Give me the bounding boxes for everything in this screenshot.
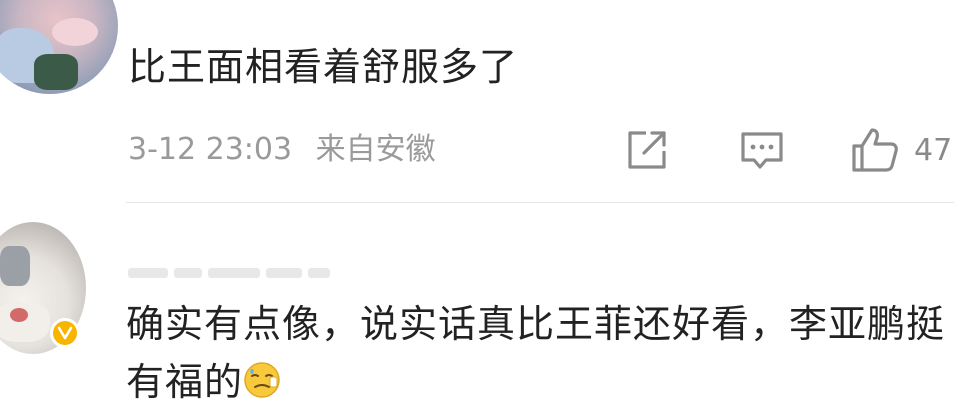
comment-text: 确实有点像，说实话真比王菲还好看，李亚鹏挺有福的 — [126, 295, 954, 415]
thumbs-up-icon — [852, 128, 898, 172]
like-button[interactable]: 47 — [850, 126, 952, 174]
comment-list: 比王面相看着舒服多了 3-12 23:03 来自安徽 47 确实有点像，说实话真… — [0, 0, 954, 417]
sweat-smile-emoji — [243, 357, 281, 415]
username-fragment — [308, 267, 330, 278]
username-fragment — [266, 267, 302, 278]
username-fragment — [208, 267, 260, 278]
comment-timestamp: 3-12 23:03 — [128, 132, 293, 167]
username-fragment — [128, 267, 168, 278]
verified-badge — [50, 318, 80, 348]
share-button[interactable] — [624, 126, 672, 174]
comment-divider — [126, 202, 954, 203]
avatar-detail — [34, 54, 78, 90]
reply-button[interactable] — [738, 126, 786, 174]
avatar[interactable] — [0, 0, 118, 94]
verified-v-icon — [57, 326, 73, 340]
comment-meta: 3-12 23:03 来自安徽 — [128, 128, 436, 172]
comment-location: 来自安徽 — [315, 132, 436, 167]
comment-text: 比王面相看着舒服多了 — [128, 45, 519, 89]
like-count: 47 — [914, 132, 953, 168]
comment-icon — [741, 132, 783, 169]
share-icon — [628, 131, 666, 169]
avatar-detail — [0, 246, 30, 286]
username-fragment — [174, 267, 202, 278]
avatar-detail — [10, 308, 28, 322]
username-blurred[interactable] — [128, 262, 338, 280]
avatar-detail — [0, 302, 50, 342]
avatar-detail — [52, 18, 98, 46]
